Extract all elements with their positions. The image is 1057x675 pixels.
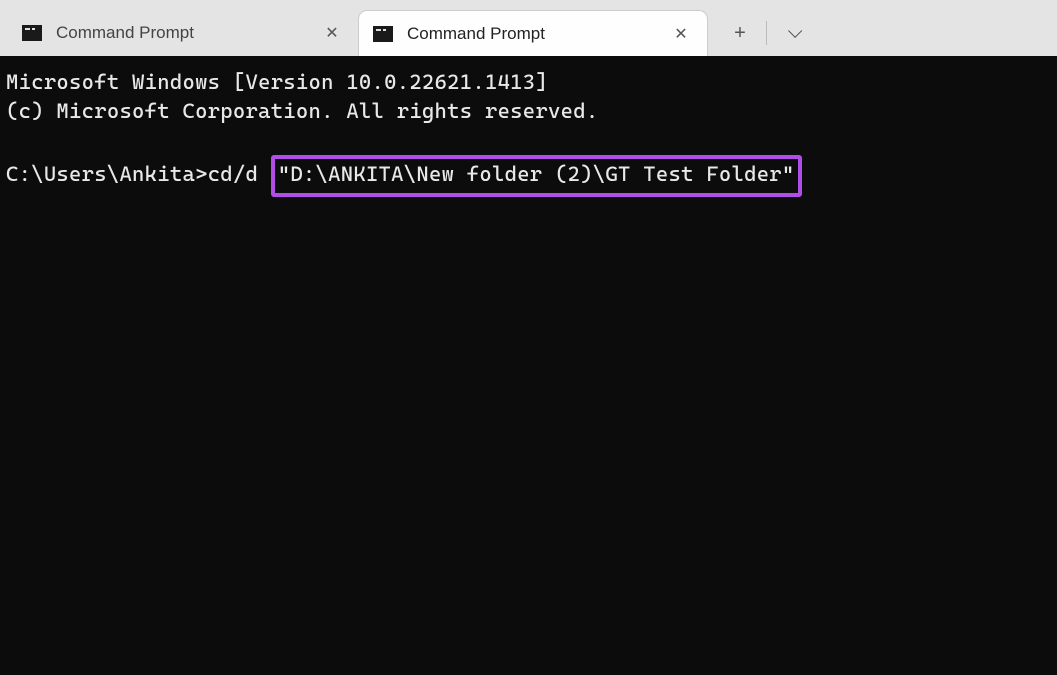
tab-dropdown-button[interactable] [771,13,815,53]
terminal-line: Microsoft Windows [Version 10.0.22621.14… [6,70,548,94]
close-icon: ✕ [325,23,338,43]
terminal-icon [373,26,393,42]
terminal-output[interactable]: Microsoft Windows [Version 10.0.22621.14… [0,56,1057,675]
command-text: cd/d [208,162,271,186]
terminal-icon [22,25,42,41]
plus-icon: + [734,22,746,45]
tab-actions: + [718,10,815,56]
tab-title: Command Prompt [407,24,661,44]
divider [766,21,767,45]
chevron-down-icon [788,24,802,38]
tab-inactive[interactable]: Command Prompt ✕ [8,10,358,56]
close-icon: ✕ [674,24,687,44]
close-tab-button[interactable]: ✕ [320,21,344,45]
tab-active[interactable]: Command Prompt ✕ [358,10,708,56]
tab-bar: Command Prompt ✕ Command Prompt ✕ + [0,0,1057,56]
tab-title: Command Prompt [56,23,312,43]
new-tab-button[interactable]: + [718,13,762,53]
terminal-line: (c) Microsoft Corporation. All rights re… [6,99,598,123]
highlighted-path: "D:\ANKITA\New folder (2)\GT Test Folder… [271,155,802,197]
terminal-prompt: C:\Users\Ankita> [6,162,208,186]
close-tab-button[interactable]: ✕ [669,22,693,46]
